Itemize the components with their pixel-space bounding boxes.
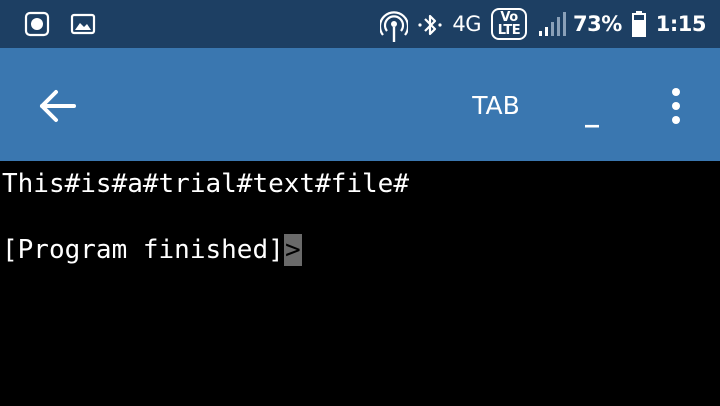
- volte-icon: Vo LTE: [491, 8, 527, 40]
- underscore-key-button[interactable]: _: [568, 92, 616, 132]
- status-left-icons: [24, 11, 96, 37]
- status-bar: 4G Vo LTE 73% 1:15: [0, 0, 720, 48]
- network-type: 4G: [452, 12, 481, 36]
- clock: 1:15: [655, 12, 707, 36]
- overflow-menu-button[interactable]: [656, 82, 696, 130]
- terminal-cursor: >: [283, 234, 302, 266]
- status-right-icons: 4G Vo LTE 73% 1:15: [379, 0, 707, 48]
- terminal-line-text: [Program finished]: [2, 235, 284, 265]
- back-button[interactable]: [28, 78, 84, 134]
- tab-key-button[interactable]: TAB: [460, 84, 532, 128]
- battery-icon: [631, 11, 646, 37]
- terminal-line: [Program finished]>: [2, 234, 302, 266]
- battery-percent: 73%: [573, 12, 622, 36]
- image-icon: [70, 11, 96, 37]
- signal-icon: [537, 11, 566, 37]
- terminal-output[interactable]: This#is#a#trial#text#file# [Program fini…: [0, 161, 720, 406]
- arrow-left-icon: [40, 90, 76, 122]
- more-vert-icon: [672, 88, 680, 124]
- app-bar: TAB _: [0, 48, 720, 161]
- terminal-line: This#is#a#trial#text#file#: [2, 169, 409, 199]
- screenshot-icon: [24, 11, 50, 37]
- hotspot-icon: [379, 11, 410, 42]
- bluetooth-icon: [416, 11, 442, 37]
